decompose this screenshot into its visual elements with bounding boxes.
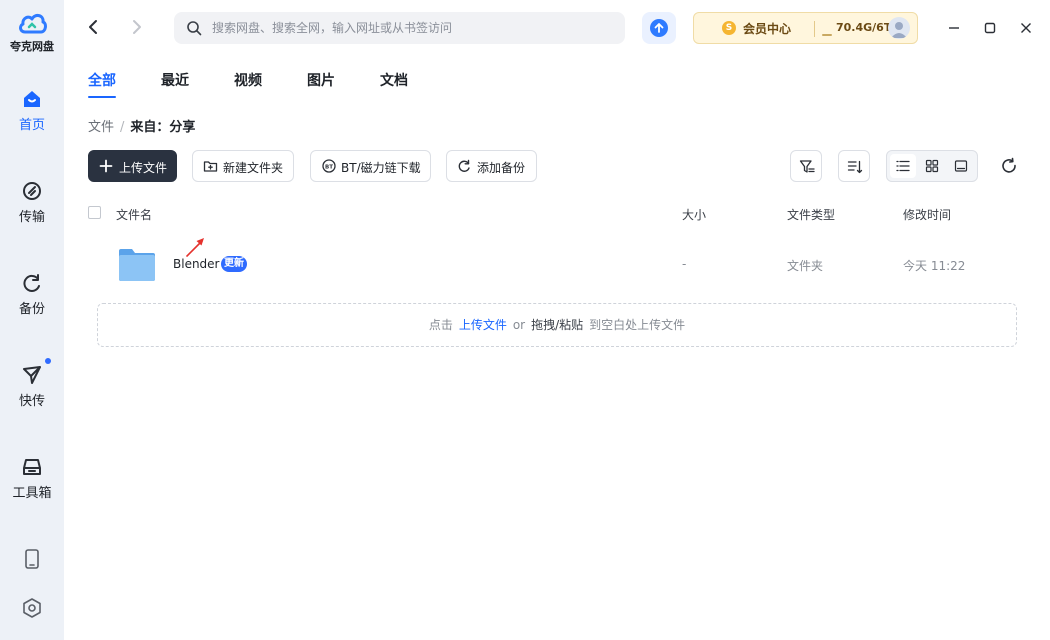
sidebar-item-label: 首页 xyxy=(18,118,45,133)
bt-magnet-icon: BT xyxy=(322,159,336,173)
maximize-icon[interactable] xyxy=(980,18,1000,38)
breadcrumb-current: 来自：分享 xyxy=(130,120,196,135)
breadcrumb-separator: / xyxy=(120,120,125,135)
sidebar-item-backup[interactable]: 备份 xyxy=(0,272,64,317)
annotation-arrow-icon xyxy=(186,238,204,257)
select-all-checkbox[interactable] xyxy=(88,206,101,219)
close-icon[interactable] xyxy=(1016,18,1036,38)
new-folder-icon xyxy=(203,161,218,172)
file-size: - xyxy=(682,257,687,271)
file-modified-time: 今天 11:22 xyxy=(903,259,966,273)
minimize-icon[interactable] xyxy=(944,18,964,38)
forward-arrow-icon[interactable] xyxy=(126,17,146,37)
sidebar-item-home[interactable]: 首页 xyxy=(0,88,64,133)
sidebar-item-label: 快传 xyxy=(18,394,45,409)
sidebar-item-transfer[interactable]: 传输 xyxy=(0,180,64,225)
sidebar: 夸克网盘 首页 传输 备份 快传 工具箱 xyxy=(0,0,64,640)
active-tab-indicator xyxy=(88,96,116,98)
dropzone-or: or xyxy=(512,318,526,332)
tab-recent[interactable]: 最近 xyxy=(161,70,189,90)
tab-video[interactable]: 视频 xyxy=(234,70,262,90)
filter-icon xyxy=(799,160,815,173)
table-header: 文件名 大小 文件类型 修改时间 xyxy=(88,206,1018,226)
breadcrumb-root[interactable]: 文件 xyxy=(88,120,114,135)
grid-view-button[interactable] xyxy=(919,154,945,178)
tab-all[interactable]: 全部 xyxy=(88,70,116,90)
sidebar-item-quick-send[interactable]: 快传 xyxy=(0,358,64,409)
new-folder-button[interactable]: 新建文件夹 xyxy=(192,150,294,182)
folder-icon xyxy=(119,249,155,281)
main-panel: S 会员中心 70.4G/6T xyxy=(64,0,1050,640)
backup-sync-icon xyxy=(458,159,470,172)
column-header-type[interactable]: 文件类型 xyxy=(787,206,835,223)
preview-view-icon xyxy=(954,160,968,172)
phone-icon[interactable] xyxy=(21,548,43,570)
sidebar-item-label: 备份 xyxy=(18,302,45,317)
app-name: 夸克网盘 xyxy=(10,40,54,53)
tab-document[interactable]: 文档 xyxy=(380,70,408,90)
arrow-up-icon xyxy=(654,23,664,33)
sidebar-item-label: 工具箱 xyxy=(12,486,52,501)
upload-button[interactable]: 上传文件 xyxy=(88,150,177,182)
vip-badge-icon: S xyxy=(722,21,736,35)
column-header-modified[interactable]: 修改时间 xyxy=(903,206,951,223)
divider xyxy=(814,21,815,37)
storage-bar xyxy=(822,34,832,36)
sort-button[interactable] xyxy=(838,150,870,182)
add-backup-button[interactable]: 添加备份 xyxy=(446,150,537,182)
settings-icon[interactable] xyxy=(21,597,43,619)
toolbox-icon xyxy=(23,459,41,475)
bt-download-button[interactable]: BT BT/磁力链下载 xyxy=(310,150,431,182)
sidebar-item-label: 传输 xyxy=(18,210,45,225)
filter-button[interactable] xyxy=(790,150,822,182)
new-folder-label: 新建文件夹 xyxy=(223,161,284,175)
search-bar xyxy=(174,12,625,44)
notification-dot xyxy=(45,358,51,364)
list-view-icon xyxy=(896,160,910,172)
column-header-size[interactable]: 大小 xyxy=(682,206,706,223)
svg-text:BT: BT xyxy=(325,164,333,170)
avatar[interactable] xyxy=(888,17,910,39)
cloud-logo-icon xyxy=(19,13,47,34)
preview-view-button[interactable] xyxy=(948,154,974,178)
upload-button-label: 上传文件 xyxy=(119,161,168,175)
update-badge: 更新 xyxy=(221,256,247,272)
sort-icon xyxy=(847,160,863,174)
backup-icon xyxy=(23,274,40,292)
list-view-button[interactable] xyxy=(890,154,916,178)
refresh-icon[interactable] xyxy=(1000,157,1018,175)
app-logo: 夸克网盘 xyxy=(0,10,64,54)
table-row[interactable]: Blender 更新 - 文件夹 今天 11:22 xyxy=(88,238,1018,290)
column-header-name[interactable]: 文件名 xyxy=(116,206,152,223)
plus-icon xyxy=(99,159,113,173)
dropzone-prefix: 点击 xyxy=(428,318,453,332)
add-backup-label: 添加备份 xyxy=(477,161,526,175)
dropzone-upload-link[interactable]: 上传文件 xyxy=(459,318,507,332)
back-arrow-icon[interactable] xyxy=(84,17,104,37)
bt-download-label: BT/磁力链下载 xyxy=(341,161,421,175)
search-icon xyxy=(187,21,202,36)
search-input[interactable] xyxy=(212,12,612,44)
vip-center[interactable]: S 会员中心 70.4G/6T xyxy=(693,12,918,44)
view-mode-switcher xyxy=(886,150,978,182)
transfer-icon xyxy=(23,182,41,200)
quick-send-icon xyxy=(23,366,41,384)
vip-center-label[interactable]: 会员中心 xyxy=(743,20,791,37)
tab-image[interactable]: 图片 xyxy=(307,70,335,90)
grid-view-icon xyxy=(925,159,939,173)
dropzone-drag-paste: 拖拽/粘贴 xyxy=(531,318,584,332)
top-bar: S 会员中心 70.4G/6T xyxy=(64,0,1050,56)
upload-drop-zone[interactable]: 点击 上传文件 or 拖拽/粘贴 到空白处上传文件 xyxy=(97,303,1017,347)
upload-status-button[interactable] xyxy=(642,12,676,44)
sidebar-item-toolbox[interactable]: 工具箱 xyxy=(0,456,64,501)
dropzone-suffix: 到空白处上传文件 xyxy=(589,318,686,332)
file-type: 文件夹 xyxy=(787,259,824,273)
breadcrumb: 文件 / 来自：分享 xyxy=(88,116,195,135)
user-avatar-icon xyxy=(891,22,907,38)
home-icon xyxy=(24,91,40,107)
storage-usage: 70.4G/6T xyxy=(836,21,892,34)
app-window: 夸克网盘 首页 传输 备份 快传 工具箱 搜索网盘、搜索全网，输入网址或从书签访… xyxy=(0,0,1050,640)
